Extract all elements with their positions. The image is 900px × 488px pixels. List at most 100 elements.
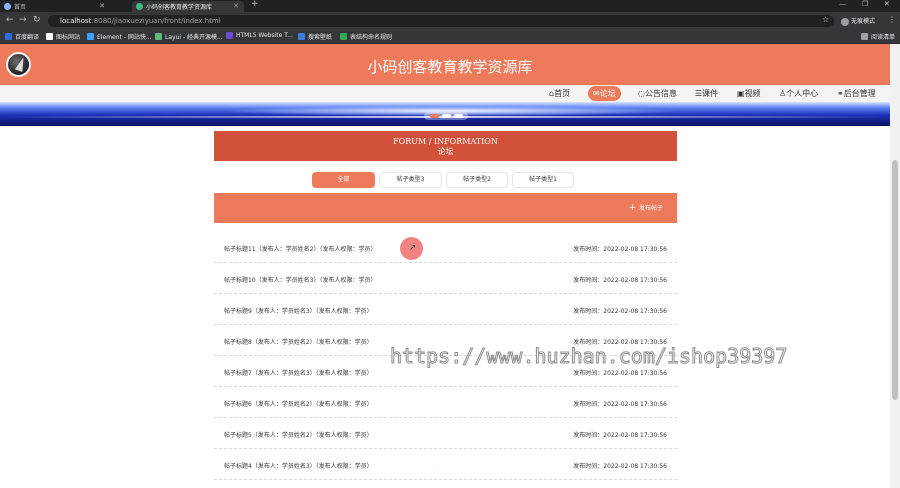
reading-list-icon	[861, 33, 868, 40]
nav-forum[interactable]: ✉论坛	[588, 86, 621, 101]
close-icon[interactable]: ✕	[99, 2, 105, 10]
publish-post-button[interactable]: + 发布帖子	[629, 203, 663, 213]
carousel-indicators	[424, 112, 468, 120]
reading-list-label: 阅读清单	[871, 34, 896, 41]
promo-caption: 专业毕设代做	[397, 458, 513, 481]
more-menu-icon[interactable]: ⋮	[888, 15, 896, 24]
publish-post-label: 发布帖子	[638, 205, 663, 212]
back-icon[interactable]: ←	[6, 15, 14, 25]
post-time: 发布时间：2022-02-08 17:30:56	[573, 432, 667, 439]
bookmark-item[interactable]: 搜索壁纸	[298, 32, 332, 41]
bookmark-item[interactable]: 表结构命名规则	[340, 32, 392, 41]
profile-label: 无痕模式	[851, 18, 876, 25]
nav-user-center[interactable]: ♙个人中心	[779, 88, 818, 99]
minimize-icon[interactable]: —	[839, 0, 846, 8]
browser-tab-bar: 首页 ✕ 小码创客教育教学资源库 ✕ + — ❐ ✕	[0, 0, 900, 12]
post-row[interactable]: 帖子标题6（发布人：学员姓名2）（发布人权限：学员） 发布时间：2022-02-0…	[214, 387, 677, 418]
nav-notice[interactable]: ◌公告信息	[638, 88, 677, 99]
bookmark-label: Layui - 经典开源模...	[165, 34, 223, 41]
bookmark-label: 图标网站	[56, 34, 81, 41]
post-title[interactable]: 帖子标题6（发布人：学员姓名2）（发布人权限：学员）	[224, 399, 373, 408]
bookmarks-bar: 百度翻译 图标网站 Element - 网站快... Layui - 经典开源模…	[0, 29, 900, 44]
notice-icon: ◌	[638, 89, 645, 98]
carousel-dot[interactable]	[441, 114, 451, 118]
bookmark-item[interactable]: 图标网站	[46, 32, 80, 41]
forward-icon[interactable]: →	[19, 15, 27, 25]
post-title[interactable]: 帖子标题8（发布人：学员姓名2）（发布人权限：学员）	[224, 337, 373, 346]
nav-video[interactable]: ▣视频	[737, 88, 761, 99]
post-row[interactable]: 帖子标题5（发布人：学员姓名2）（发布人权限：学员） 发布时间：2022-02-0…	[214, 418, 677, 449]
video-icon: ▣	[737, 89, 745, 98]
browser-toolbar: ← → ↻ localhost:8080/jiaoxueziyuan/front…	[0, 12, 900, 29]
nav-home[interactable]: ⌂首页	[549, 88, 570, 99]
globe-icon	[4, 3, 11, 10]
post-row[interactable]: 帖子标题9（发布人：学员姓名3）（发布人权限：学员） 发布时间：2022-02-0…	[214, 294, 677, 325]
browser-tab-active[interactable]: 小码创客教育教学资源库 ✕	[132, 1, 244, 12]
post-time: 发布时间：2022-02-08 17:30:56	[573, 370, 667, 377]
nav-admin[interactable]: ⚭后台管理	[837, 88, 876, 99]
filter-all[interactable]: 全部	[312, 172, 375, 188]
carousel-dot[interactable]	[429, 114, 439, 118]
filter-type-1[interactable]: 帖子类型1	[512, 172, 574, 188]
maximize-icon[interactable]: ❐	[862, 0, 868, 8]
filter-type-3[interactable]: 帖子类型3	[379, 172, 442, 188]
bookmark-item[interactable]: Layui - 经典开源模...	[155, 32, 223, 41]
bookmark-icon	[46, 33, 53, 40]
section-title: FORUM / INFORMATION 论坛	[214, 131, 677, 161]
vue-icon	[136, 3, 143, 10]
bookmark-label: 百度翻译	[15, 34, 40, 41]
bookmark-label: 搜索壁纸	[308, 34, 333, 41]
post-title[interactable]: 帖子标题10（发布人：学员姓名3）（发布人权限：学员）	[224, 275, 376, 284]
banner-carousel	[0, 102, 890, 126]
filter-type-2[interactable]: 帖子类型2	[446, 172, 508, 188]
post-title[interactable]: 帖子标题9（发布人：学员姓名3）（发布人权限：学员）	[224, 306, 373, 315]
link-icon: ⚭	[837, 89, 844, 98]
post-row[interactable]: 帖子标题11（发布人：学员姓名2）（发布人权限：学员） 发布时间：2022-02-…	[214, 232, 677, 263]
post-title[interactable]: 帖子标题11（发布人：学员姓名2）（发布人权限：学员）	[224, 244, 376, 253]
bookmark-item[interactable]: HTML5 Website T...	[226, 32, 293, 39]
bookmark-item[interactable]: Element - 网站快...	[87, 32, 152, 41]
watermark-text: https://www.huzhan.com/ishop39397	[389, 344, 788, 369]
post-time: 发布时间：2022-02-08 17:30:56	[573, 308, 667, 315]
post-time: 发布时间：2022-02-08 17:30:56	[573, 246, 667, 253]
nav-label: 后台管理	[843, 89, 876, 98]
profile-button[interactable]: 无痕模式	[841, 16, 875, 26]
post-row[interactable]: 帖子标题10（发布人：学员姓名3）（发布人权限：学员） 发布时间：2022-02-…	[214, 263, 677, 294]
forum-icon: ✉	[593, 89, 600, 98]
browser-tab[interactable]: 首页 ✕	[0, 1, 110, 12]
post-title[interactable]: 帖子标题4（发布人：学员姓名3）（发布人权限：学员）	[224, 461, 373, 470]
bookmark-label: HTML5 Website T...	[236, 32, 293, 39]
main-nav: ⌂首页 ✉论坛 ◌公告信息 ☰课件 ▣视频 ♙个人中心 ⚭后台管理	[0, 85, 890, 102]
nav-courseware[interactable]: ☰课件	[695, 88, 718, 99]
url-path: :8080/jiaoxueziyuan/front/index.html	[91, 17, 221, 25]
post-title[interactable]: 帖子标题7（发布人：学员姓名3）（发布人权限：学员）	[224, 368, 373, 377]
reading-list[interactable]: 阅读清单	[861, 32, 895, 41]
post-time: 发布时间：2022-02-08 17:30:56	[573, 277, 667, 284]
close-icon[interactable]: ✕	[233, 2, 239, 10]
scrollbar-thumb[interactable]	[892, 160, 898, 400]
nav-label: 公告信息	[644, 89, 677, 98]
section-title-en: FORUM / INFORMATION	[393, 137, 498, 146]
nav-label: 课件	[702, 89, 719, 98]
bookmark-star-icon[interactable]: ☆	[822, 15, 829, 24]
new-tab-button[interactable]: +	[251, 0, 259, 9]
carousel-dot[interactable]	[453, 114, 463, 118]
browser-tab-label: 首页	[14, 4, 27, 11]
bookmark-icon	[155, 33, 162, 40]
section-title-cn: 论坛	[437, 147, 454, 156]
url-bar[interactable]: localhost:8080/jiaoxueziyuan/front/index…	[48, 15, 834, 27]
nav-label: 个人中心	[786, 89, 819, 98]
post-title[interactable]: 帖子标题5（发布人：学员姓名2）（发布人权限：学员）	[224, 430, 373, 439]
nav-label: 视频	[744, 89, 761, 98]
post-type-filters: 全部 帖子类型3 帖子类型2 帖子类型1	[0, 172, 900, 188]
bookmark-icon	[5, 33, 12, 40]
site-title: 小码创客教育教学资源库	[367, 58, 533, 76]
bookmark-label: 表结构命名规则	[350, 34, 393, 41]
close-window-icon[interactable]: ✕	[884, 0, 890, 8]
bookmark-item[interactable]: 百度翻译	[5, 32, 39, 41]
bookmark-icon	[87, 33, 94, 40]
plus-icon: +	[628, 203, 639, 213]
post-time: 发布时间：2022-02-08 17:30:56	[573, 401, 667, 408]
url-host: localhost	[60, 17, 92, 25]
reload-icon[interactable]: ↻	[33, 15, 41, 25]
